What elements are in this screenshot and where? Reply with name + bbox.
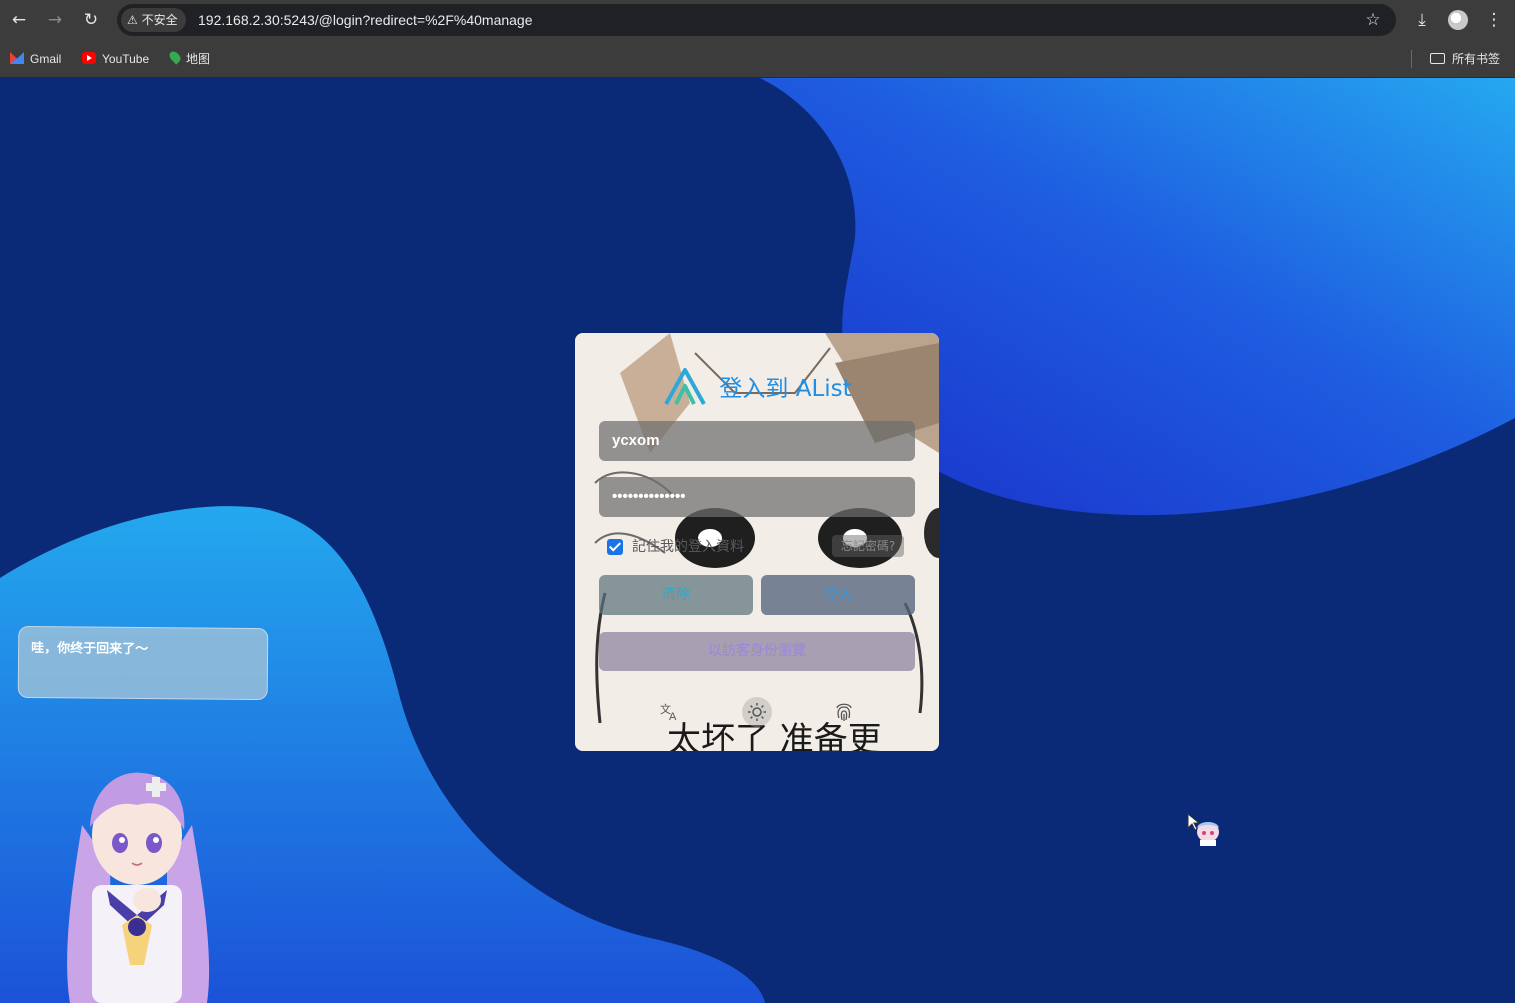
bookmark-star-icon[interactable]: ☆ <box>1362 9 1384 31</box>
forward-button[interactable]: → <box>43 8 67 32</box>
mascot-tip-text: 哇，你终于回来了～ <box>31 641 149 658</box>
cursor-mascot-icon <box>1187 812 1219 846</box>
youtube-icon <box>82 52 96 64</box>
security-chip[interactable]: ⚠ 不安全 <box>121 8 186 32</box>
security-chip-label: 不安全 <box>141 13 178 27</box>
svg-text:A: A <box>669 711 677 722</box>
sun-icon[interactable] <box>742 697 772 727</box>
browser-toolbar: ← → ↻ ⚠ 不安全 192.168.2.30:5243/@login?red… <box>0 0 1515 40</box>
menu-kebab-icon[interactable]: ⋮ <box>1482 8 1506 32</box>
warning-icon: ⚠ <box>127 13 138 27</box>
remember-me-label: 記住我的登入資料 <box>632 539 744 555</box>
bookmark-label: YouTube <box>102 52 150 66</box>
alist-logo-icon <box>664 368 707 405</box>
login-title: 登入到 AList <box>575 366 939 405</box>
browser-chrome: ← → ↻ ⚠ 不安全 192.168.2.30:5243/@login?red… <box>0 0 1515 78</box>
bookmark-label: Gmail <box>30 52 62 66</box>
clear-button[interactable]: 清除 <box>599 575 753 615</box>
meme-caption: 太坏了 准备更 <box>667 720 882 751</box>
password-input[interactable]: •••••••••••••• <box>599 477 915 517</box>
login-title-text: 登入到 AList <box>719 376 852 402</box>
all-bookmarks-button[interactable]: 所有书签 <box>1430 49 1500 69</box>
maps-icon <box>167 49 183 65</box>
translate-icon[interactable]: 文A <box>658 700 682 724</box>
fingerprint-icon[interactable] <box>832 700 856 724</box>
forgot-password-link[interactable]: 忘記密碼? <box>832 535 904 557</box>
all-bookmarks-label: 所有书签 <box>1452 52 1501 66</box>
mascot-tip-bubble: 哇，你终于回来了～ <box>17 625 269 701</box>
guest-browse-button[interactable]: 以訪客身份瀏覽 <box>599 632 915 671</box>
bookmark-maps[interactable]: 地图 <box>167 49 211 69</box>
login-button[interactable]: 登入 <box>761 575 915 615</box>
reload-button[interactable]: ↻ <box>79 8 103 32</box>
profile-avatar[interactable] <box>1448 10 1468 30</box>
bookmarks-bar: Gmail YouTube 地图 所有书签 <box>0 40 1515 78</box>
live2d-mascot[interactable] <box>52 765 222 1003</box>
folder-icon <box>1430 53 1445 64</box>
bookmark-gmail[interactable]: Gmail <box>10 49 61 69</box>
gmail-icon <box>10 52 24 64</box>
download-icon[interactable]: ⤓ <box>1410 8 1434 32</box>
remember-me-checkbox[interactable] <box>607 539 623 555</box>
username-input[interactable]: ycxom <box>599 421 915 461</box>
url-text[interactable]: 192.168.2.30:5243/@login?redirect=%2F%40… <box>198 4 533 36</box>
back-button[interactable]: ← <box>7 8 31 32</box>
bookmark-label: 地图 <box>186 52 211 66</box>
bookmark-youtube[interactable]: YouTube <box>82 49 149 69</box>
login-card: 太坏了 准备更 登入到 AList ycxom •••••••••••••• 記… <box>575 333 939 751</box>
address-bar[interactable]: ⚠ 不安全 192.168.2.30:5243/@login?redirect=… <box>117 4 1396 36</box>
bookmarks-divider <box>1411 50 1412 68</box>
